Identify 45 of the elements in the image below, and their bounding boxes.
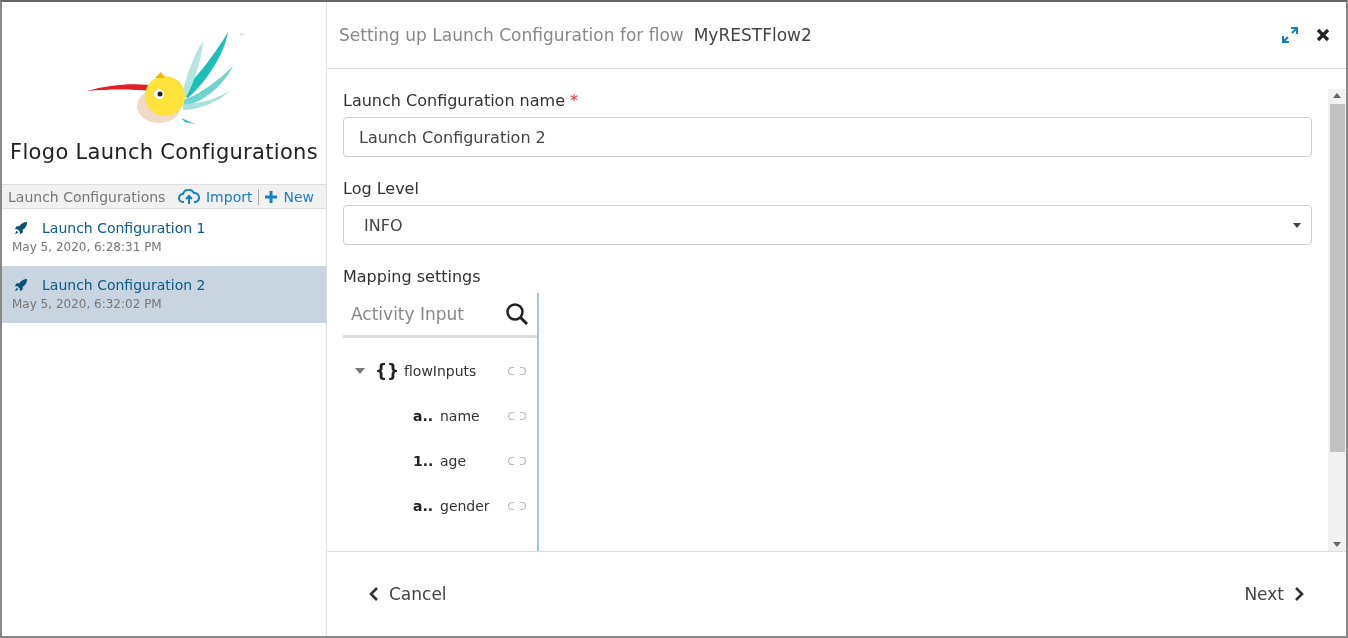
- type-label: {}: [375, 360, 395, 381]
- launch-configuration-item[interactable]: Launch Configuration 1 May 5, 2020, 6:28:31 PM: [2, 209, 326, 266]
- name-label: Launch Configuration name *: [343, 91, 580, 110]
- expanded-caret-icon[interactable]: [355, 367, 365, 374]
- app-title: Flogo Launch Configurations: [9, 140, 319, 164]
- mapping-settings-label: Mapping settings: [343, 267, 482, 286]
- log-level-label: Log Level: [343, 179, 420, 198]
- tree-node[interactable]: a.. name: [343, 393, 537, 438]
- tree-node[interactable]: 1.. age: [343, 438, 537, 483]
- log-level-dropdown[interactable]: INFO: [343, 205, 1312, 245]
- scrollbar[interactable]: [1328, 89, 1346, 551]
- cancel-button[interactable]: Cancel: [363, 583, 453, 605]
- flow-name: MyRESTFlow2: [693, 25, 813, 45]
- close-icon: [1316, 28, 1330, 42]
- tree-node[interactable]: a.. gender: [343, 483, 537, 528]
- chevron-left-icon: [369, 586, 379, 602]
- new-button[interactable]: New: [259, 188, 320, 205]
- cloud-upload-icon: [178, 188, 200, 205]
- type-label: a..: [413, 497, 431, 514]
- configuration-date: May 5, 2020, 6:28:31 PM: [12, 240, 163, 254]
- configuration-date: May 5, 2020, 6:32:02 PM: [12, 297, 163, 311]
- configuration-name: Launch Configuration 2: [42, 277, 206, 293]
- field-name: name: [440, 407, 481, 424]
- expand-arrows-icon: [1282, 27, 1298, 43]
- launch-configuration-item[interactable]: Launch Configuration 2 May 5, 2020, 6:32:02 PM: [2, 266, 326, 323]
- type-label: a..: [413, 407, 431, 424]
- scroll-up-icon[interactable]: [1333, 93, 1341, 98]
- field-name: flowInputs: [404, 362, 478, 379]
- configuration-name: Launch Configuration 1: [42, 220, 206, 236]
- plus-icon: [265, 190, 278, 203]
- search-icon: [505, 302, 529, 326]
- import-button[interactable]: Import: [172, 188, 259, 205]
- dropdown-caret-icon: [1293, 222, 1301, 228]
- scroll-down-icon[interactable]: [1333, 542, 1341, 547]
- list-header-label: Launch Configurations: [8, 188, 167, 205]
- field-name: age: [440, 452, 468, 469]
- type-label: 1..: [413, 452, 431, 469]
- field-name: gender: [440, 497, 491, 514]
- dialog-title: Setting up Launch Configuration for flow: [339, 25, 684, 45]
- rocket-icon: [14, 221, 28, 235]
- next-button[interactable]: Next: [1238, 583, 1310, 605]
- chevron-right-icon: [1294, 586, 1304, 602]
- configuration-name-field[interactable]: Launch Configuration 2: [343, 117, 1312, 157]
- tree-node[interactable]: {} flowInputs: [343, 348, 537, 393]
- rocket-icon: [14, 278, 28, 292]
